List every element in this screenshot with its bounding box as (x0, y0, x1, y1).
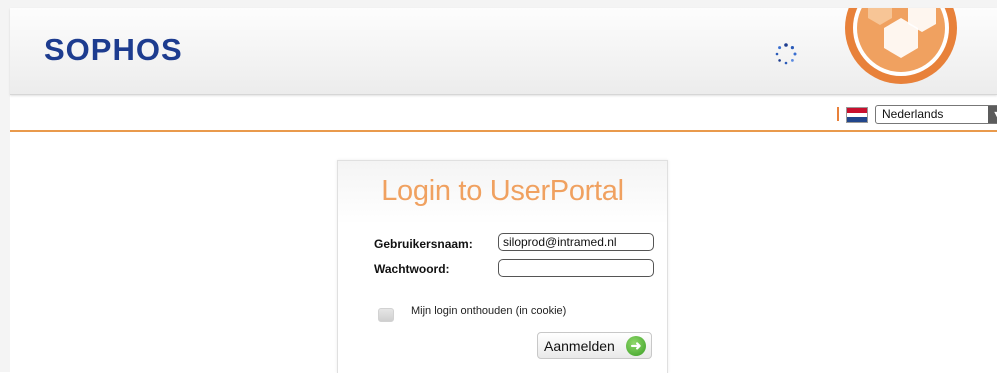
language-select[interactable]: Nederlands ▼ (875, 105, 997, 124)
username-label: Gebruikersnaam: (374, 237, 473, 251)
login-submit-button[interactable]: Aanmelden ➜ (537, 332, 652, 359)
top-strip (0, 0, 997, 8)
login-submit-label: Aanmelden (544, 338, 615, 354)
language-bar: Nederlands ▼ (10, 96, 997, 132)
password-label: Wachtwoord: (374, 262, 450, 276)
sophos-hexagon-badge-icon (845, 8, 957, 84)
divider (837, 107, 839, 121)
header-bar: SOPHOS (10, 8, 997, 95)
username-input[interactable] (498, 233, 654, 251)
password-input[interactable] (498, 259, 654, 277)
netherlands-flag-icon (846, 107, 868, 123)
left-edge-strip (0, 0, 10, 372)
login-title: Login to UserPortal (381, 175, 624, 207)
arrow-right-icon: ➜ (626, 336, 646, 356)
sophos-logo: SOPHOS (44, 32, 183, 67)
loading-spinner-icon (775, 43, 797, 65)
language-select-value: Nederlands (882, 107, 944, 121)
remember-me-label[interactable]: Mijn login onthouden (in cookie) (411, 305, 566, 317)
remember-me-checkbox[interactable] (378, 308, 394, 322)
chevron-down-icon[interactable]: ▼ (988, 106, 997, 123)
login-panel: Login to UserPortal Gebruikersnaam: Wach… (337, 160, 668, 373)
